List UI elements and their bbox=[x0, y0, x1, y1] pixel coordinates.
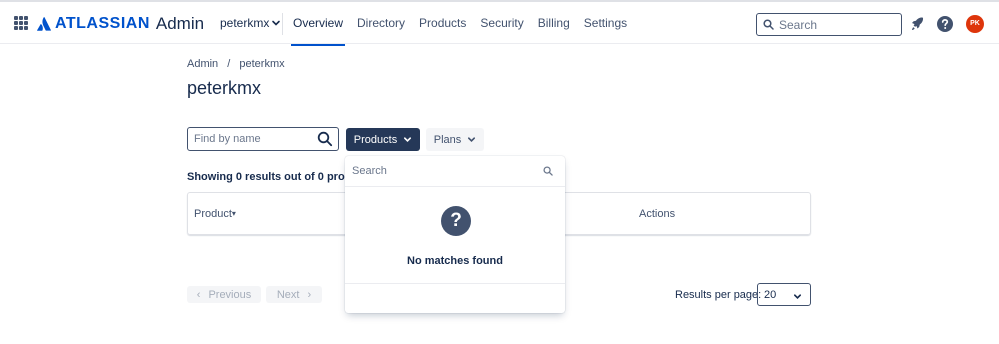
breadcrumb: Admin / peterkmx bbox=[187, 58, 291, 70]
chevron-left-icon: ‹ bbox=[196, 288, 201, 301]
breadcrumb-admin[interactable]: Admin bbox=[187, 58, 218, 70]
top-navigation-bar: ATLASSIAN Admin peterkmx Overview Direct… bbox=[0, 0, 999, 46]
results-per-page-value: 20 bbox=[764, 288, 777, 301]
search-icon bbox=[763, 19, 774, 30]
find-by-name-field[interactable] bbox=[187, 127, 339, 151]
previous-page-button[interactable]: ‹ Previous bbox=[187, 286, 261, 303]
main-nav: Overview Directory Products Security Bil… bbox=[286, 2, 634, 46]
nav-item-directory[interactable]: Directory bbox=[350, 2, 412, 46]
dropdown-search-input[interactable] bbox=[352, 165, 532, 177]
nav-item-settings[interactable]: Settings bbox=[577, 2, 634, 46]
dropdown-search[interactable] bbox=[345, 156, 565, 187]
column-header-product-label: Product bbox=[194, 208, 232, 220]
global-search[interactable] bbox=[756, 13, 902, 36]
breadcrumb-separator: / bbox=[227, 58, 231, 70]
nav-divider bbox=[282, 13, 283, 35]
chevron-down-icon bbox=[272, 20, 281, 26]
atlassian-admin-logo[interactable]: ATLASSIAN Admin bbox=[37, 14, 204, 34]
chevron-right-icon: › bbox=[307, 288, 312, 301]
previous-label: Previous bbox=[208, 288, 252, 301]
notifications-icon[interactable] bbox=[909, 15, 927, 33]
product-name: Admin bbox=[155, 14, 205, 33]
products-dropdown: ? No matches found bbox=[345, 156, 565, 313]
column-header-actions: Actions bbox=[639, 208, 676, 220]
plans-filter-button[interactable]: Plans bbox=[426, 128, 484, 151]
nav-item-billing[interactable]: Billing bbox=[531, 2, 577, 46]
sort-icon: ▾ bbox=[231, 209, 236, 218]
results-per-page-select[interactable]: 20 bbox=[757, 283, 811, 306]
organization-name: peterkmx bbox=[220, 16, 270, 30]
no-matches-text: No matches found bbox=[407, 255, 503, 267]
dropdown-footer-divider bbox=[345, 283, 565, 284]
column-header-product[interactable]: Product▾ bbox=[194, 208, 236, 220]
plans-filter-label: Plans bbox=[433, 133, 462, 146]
app-switcher-icon[interactable] bbox=[14, 16, 28, 30]
products-filter-label: Products bbox=[353, 133, 398, 146]
next-label: Next bbox=[276, 288, 300, 301]
search-icon[interactable] bbox=[317, 131, 333, 147]
organization-switcher[interactable]: peterkmx bbox=[220, 16, 281, 30]
products-filter-button[interactable]: Products bbox=[346, 128, 420, 151]
page-title: peterkmx bbox=[187, 78, 262, 98]
nav-item-security[interactable]: Security bbox=[473, 2, 530, 46]
chevron-down-icon bbox=[793, 294, 802, 299]
find-by-name-input[interactable] bbox=[194, 133, 312, 145]
breadcrumb-org[interactable]: peterkmx bbox=[239, 58, 284, 70]
global-search-input[interactable] bbox=[779, 17, 889, 32]
help-icon[interactable] bbox=[936, 15, 954, 33]
search-icon bbox=[543, 166, 553, 176]
next-page-button[interactable]: Next › bbox=[266, 286, 322, 303]
chevron-down-icon bbox=[404, 137, 412, 142]
user-avatar[interactable]: PK bbox=[966, 15, 984, 33]
question-icon: ? bbox=[441, 206, 471, 236]
atlassian-logo-icon bbox=[37, 17, 51, 31]
logo-wordmark: ATLASSIAN bbox=[55, 15, 150, 32]
results-per-page-label: Results per page: bbox=[675, 289, 762, 301]
nav-item-products[interactable]: Products bbox=[412, 2, 473, 46]
chevron-down-icon bbox=[468, 137, 476, 142]
nav-item-overview[interactable]: Overview bbox=[286, 2, 350, 46]
